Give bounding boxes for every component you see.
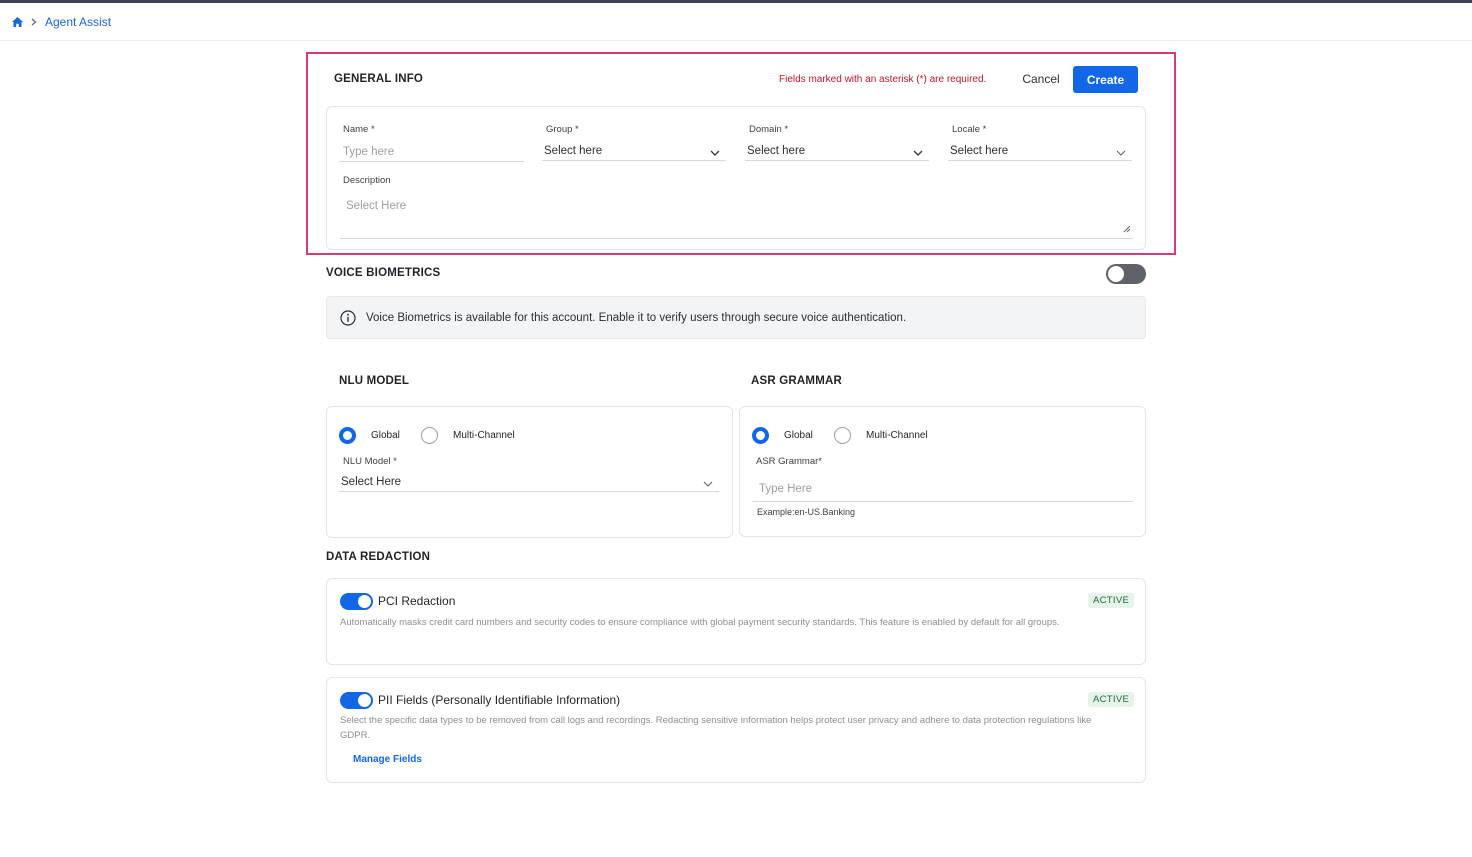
- chevron-down-icon: [710, 147, 720, 159]
- toggle-knob: [358, 694, 371, 707]
- description-label: Description: [343, 175, 391, 186]
- info-icon: [340, 309, 356, 326]
- nlu-model-select[interactable]: Select Here: [339, 472, 719, 492]
- voice-biometrics-info: Voice Biometrics is available for this a…: [326, 296, 1146, 339]
- nlu-radio-multichannel-label: Multi-Channel: [453, 430, 515, 441]
- voice-biometrics-info-text: Voice Biometrics is available for this a…: [366, 311, 907, 324]
- voice-biometrics-toggle[interactable]: [1106, 264, 1146, 284]
- status-badge: ACTIVE: [1088, 692, 1135, 707]
- radio-unselected[interactable]: [834, 427, 851, 444]
- status-badge: ACTIVE: [1088, 593, 1135, 608]
- nlu-model-title: NLU MODEL: [339, 375, 410, 387]
- nlu-model-label: NLU Model *: [343, 456, 397, 467]
- asr-grammar-label: ASR Grammar*: [756, 456, 822, 467]
- pci-redaction-card: PCI Redaction ACTIVE Automatically masks…: [326, 578, 1146, 665]
- domain-value: Select here: [747, 144, 806, 157]
- description-textarea[interactable]: Select Here: [340, 196, 1133, 239]
- nlu-radio-global-label: Global: [371, 430, 400, 441]
- name-input[interactable]: Type here: [339, 142, 524, 162]
- asr-radio-global-label: Global: [784, 430, 813, 441]
- nlu-radio-multichannel[interactable]: Multi-Channel: [421, 427, 515, 444]
- description-placeholder: Select Here: [346, 200, 407, 212]
- required-fields-note: Fields marked with an asterisk (*) are r…: [779, 74, 987, 85]
- resize-handle-icon[interactable]: [1123, 224, 1131, 236]
- locale-value: Select here: [950, 144, 1009, 157]
- breadcrumb-current[interactable]: Agent Assist: [45, 15, 111, 29]
- manage-fields-link[interactable]: Manage Fields: [353, 754, 422, 765]
- chevron-down-icon: [913, 147, 923, 159]
- asr-grammar-placeholder: Type Here: [759, 483, 813, 495]
- domain-label: Domain *: [749, 124, 789, 135]
- pci-redaction-description: Automatically masks credit card numbers …: [340, 617, 1060, 628]
- asr-grammar-input[interactable]: Type Here: [753, 477, 1133, 502]
- pii-fields-name: PII Fields (Personally Identifiable Info…: [378, 693, 621, 707]
- toggle-knob: [358, 595, 371, 608]
- cancel-button[interactable]: Cancel: [1016, 66, 1066, 92]
- create-button[interactable]: Create: [1073, 66, 1138, 93]
- pii-fields-toggle[interactable]: [340, 692, 373, 709]
- radio-unselected[interactable]: [421, 427, 438, 444]
- home-icon[interactable]: [12, 17, 23, 27]
- asr-grammar-example: Example:en-US.Banking: [757, 507, 856, 517]
- asr-grammar-title: ASR GRAMMAR: [751, 375, 842, 387]
- group-label: Group *: [546, 124, 579, 135]
- pci-redaction-toggle[interactable]: [340, 593, 373, 610]
- pii-fields-card: PII Fields (Personally Identifiable Info…: [326, 677, 1146, 783]
- chevron-right-icon: [31, 18, 37, 26]
- nlu-radio-global[interactable]: Global: [339, 427, 400, 444]
- name-label: Name *: [343, 124, 375, 135]
- asr-grammar-panel: [739, 406, 1146, 537]
- domain-select[interactable]: Select here: [745, 141, 929, 161]
- group-value: Select here: [544, 144, 603, 157]
- asr-radio-global[interactable]: Global: [752, 427, 813, 444]
- pii-fields-description: Select the specific data types to be rem…: [340, 715, 1092, 741]
- nlu-model-value: Select Here: [341, 475, 402, 488]
- locale-select[interactable]: Select here: [948, 141, 1132, 161]
- data-redaction-title: DATA REDACTION: [326, 551, 431, 563]
- radio-selected[interactable]: [752, 427, 769, 444]
- chevron-down-icon: [1116, 147, 1126, 159]
- asr-radio-multichannel[interactable]: Multi-Channel: [834, 427, 928, 444]
- voice-biometrics-title: VOICE BIOMETRICS: [326, 267, 441, 279]
- top-accent-bar: [0, 0, 1472, 3]
- locale-label: Locale *: [952, 124, 987, 135]
- asr-radio-multichannel-label: Multi-Channel: [866, 430, 928, 441]
- toggle-knob: [1108, 266, 1124, 282]
- group-select[interactable]: Select here: [542, 141, 726, 161]
- breadcrumb-divider: [0, 40, 1472, 41]
- radio-selected[interactable]: [339, 427, 356, 444]
- chevron-down-icon: [703, 478, 713, 490]
- name-placeholder: Type here: [343, 145, 395, 158]
- general-info-title: GENERAL INFO: [334, 73, 424, 85]
- pci-redaction-name: PCI Redaction: [378, 594, 456, 608]
- breadcrumb: Agent Assist: [12, 14, 111, 30]
